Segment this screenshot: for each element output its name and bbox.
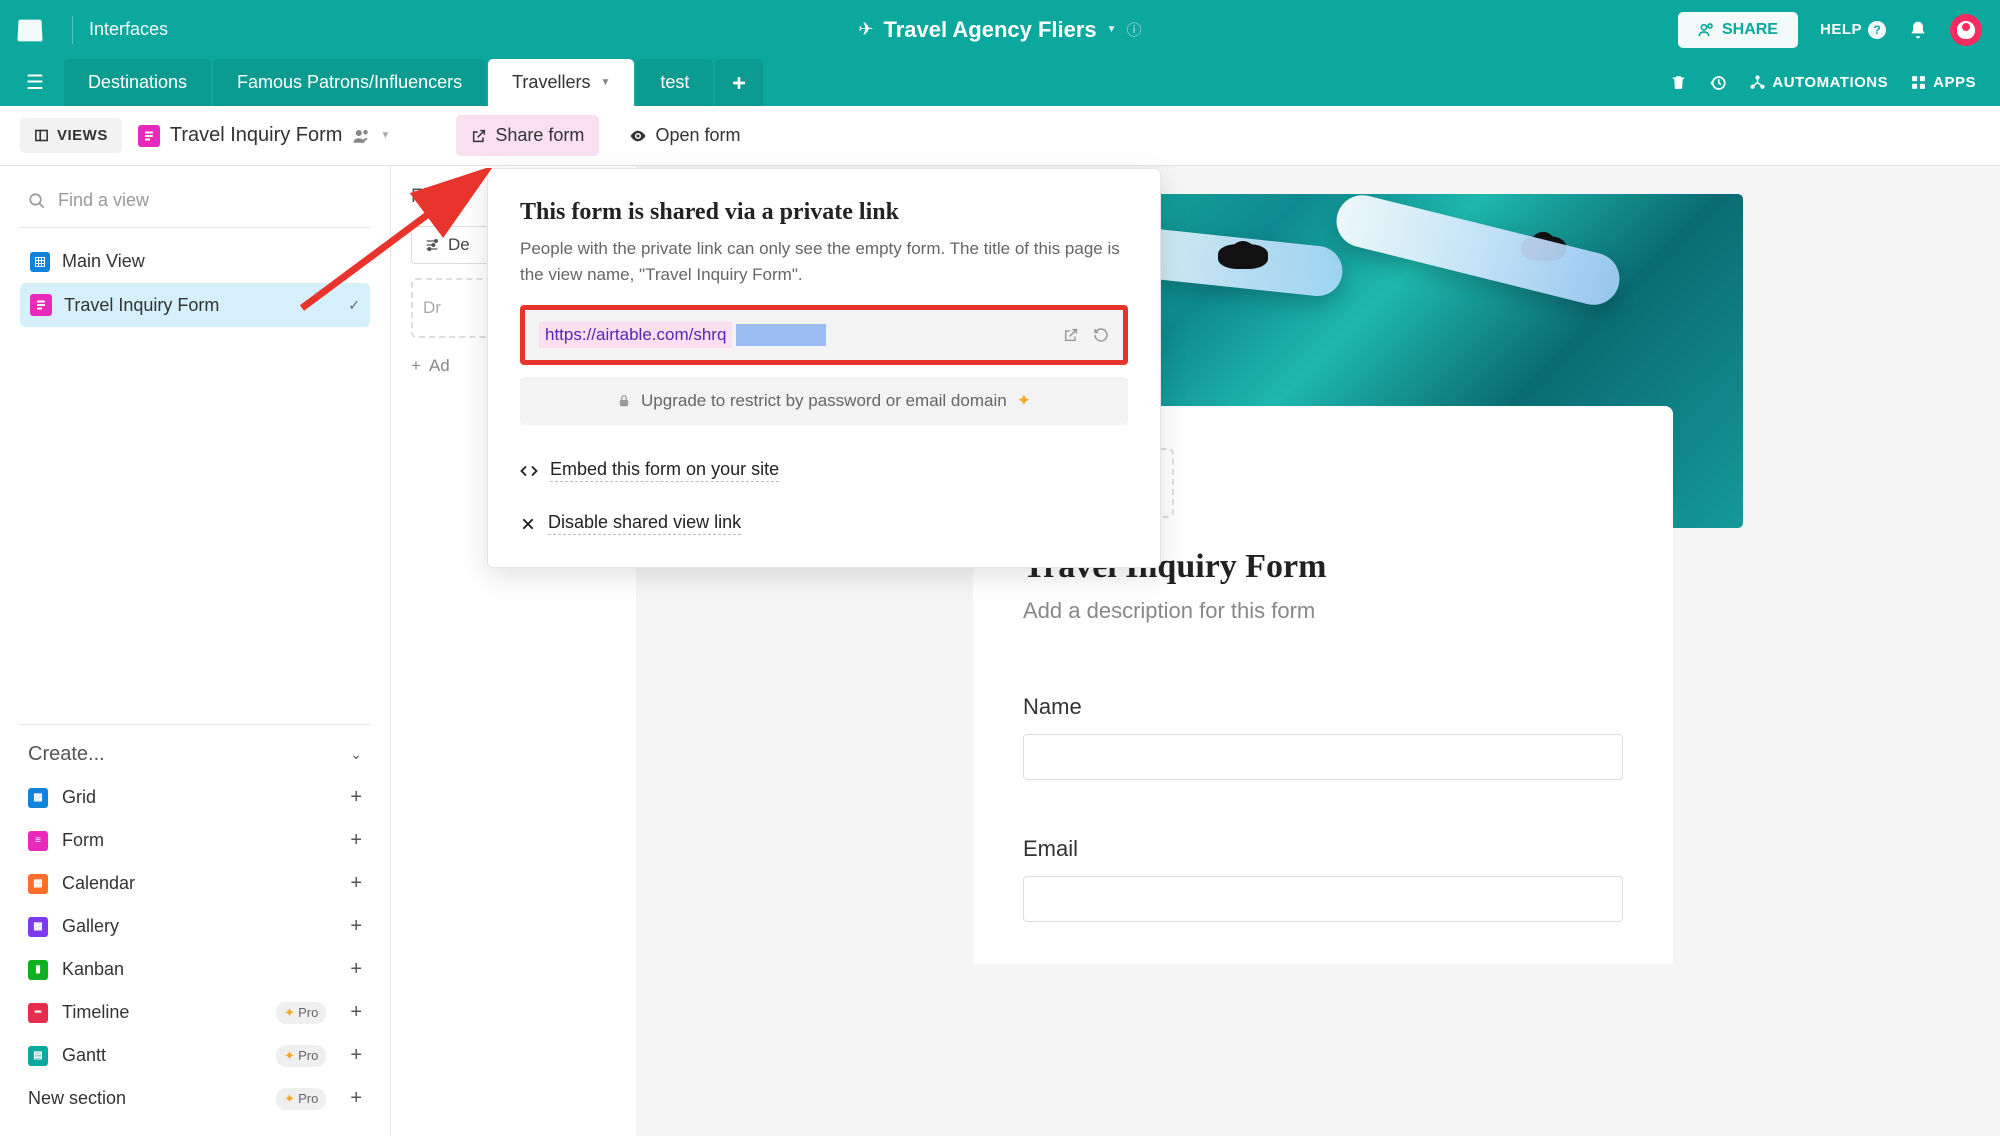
plus-icon: +	[350, 1001, 362, 1024]
lock-icon	[617, 394, 631, 408]
user-avatar[interactable]	[1950, 14, 1982, 46]
help-link[interactable]: HELP ?	[1820, 21, 1886, 39]
share-form-button[interactable]: Share form	[456, 115, 599, 156]
calendar-icon: ▦	[28, 874, 48, 894]
create-gantt[interactable]: ▤ Gantt ✦Pro +	[20, 1034, 370, 1077]
embed-form-action[interactable]: Embed this form on your site	[520, 453, 1128, 488]
plus-icon: +	[350, 1044, 362, 1067]
share-url-text[interactable]: https://airtable.com/shrq	[539, 322, 732, 348]
hamburger-icon[interactable]: ☰	[18, 59, 64, 106]
create-kanban[interactable]: ▮ Kanban +	[20, 948, 370, 991]
form-icon	[138, 125, 160, 147]
people-icon[interactable]	[352, 127, 370, 145]
form-field-email: Email	[1023, 836, 1623, 922]
view-main-view[interactable]: Main View	[20, 240, 370, 283]
create-form[interactable]: ≡ Form +	[20, 819, 370, 862]
notifications-icon[interactable]	[1908, 20, 1928, 40]
disable-link-action[interactable]: Disable shared view link	[520, 506, 1128, 541]
share-url-highlight: https://airtable.com/shrq	[520, 305, 1128, 365]
tables-tab-bar: ☰ Destinations Famous Patrons/Influencer…	[0, 59, 2000, 106]
header-right: SHARE HELP ?	[1678, 12, 1982, 48]
chevron-down-icon: ⌄	[350, 746, 362, 763]
create-new-section[interactable]: New section ✦Pro +	[20, 1077, 370, 1120]
view-toolbar: VIEWS Travel Inquiry Form ▼ Share form O…	[0, 106, 2000, 166]
search-icon	[28, 192, 46, 210]
airtable-logo-icon[interactable]	[17, 19, 42, 41]
gantt-icon: ▤	[28, 1046, 48, 1066]
url-selection	[736, 324, 826, 346]
form-field-name: Name	[1023, 694, 1623, 780]
grid-icon	[30, 252, 50, 272]
view-list: Main View Travel Inquiry Form ✓	[20, 228, 370, 339]
interfaces-link[interactable]: Interfaces	[89, 19, 168, 40]
tab-test[interactable]: test	[636, 59, 713, 106]
people-icon	[1698, 22, 1714, 38]
view-travel-inquiry-form[interactable]: Travel Inquiry Form ✓	[20, 283, 370, 327]
create-calendar[interactable]: ▦ Calendar +	[20, 862, 370, 905]
divider	[72, 16, 73, 44]
trash-icon[interactable]	[1670, 74, 1687, 91]
create-timeline[interactable]: ━ Timeline ✦Pro +	[20, 991, 370, 1034]
plus-icon: +	[350, 786, 362, 809]
chevron-down-icon: ▼	[380, 130, 390, 141]
check-icon: ✓	[348, 297, 360, 314]
gallery-icon: ▦	[28, 917, 48, 937]
info-icon[interactable]: ⓘ	[1127, 19, 1142, 40]
views-sidebar: Find a view Main View Travel Inquiry For…	[0, 166, 390, 1136]
email-input[interactable]	[1023, 876, 1623, 922]
apps-link[interactable]: APPS	[1910, 74, 1976, 91]
form-description[interactable]: Add a description for this form	[1023, 598, 1623, 624]
airplane-icon: ✈	[858, 19, 873, 40]
plus-icon: +	[350, 915, 362, 938]
tabs-right: AUTOMATIONS APPS	[1670, 59, 2000, 106]
name-input[interactable]	[1023, 734, 1623, 780]
pro-badge: ✦Pro	[276, 1002, 326, 1024]
open-form-button[interactable]: Open form	[629, 125, 740, 146]
help-icon: ?	[1868, 21, 1886, 39]
add-table-button[interactable]	[715, 59, 763, 106]
create-section-header[interactable]: Create... ⌄	[20, 733, 370, 776]
chevron-down-icon: ▼	[600, 77, 610, 88]
share-form-popover: This form is shared via a private link P…	[487, 168, 1161, 568]
close-icon	[520, 516, 536, 532]
plus-icon: +	[350, 1087, 362, 1110]
base-title-area[interactable]: ✈ Travel Agency Fliers ▼ ⓘ	[858, 17, 1141, 43]
form-icon	[30, 294, 52, 316]
kanban-icon: ▮	[28, 960, 48, 980]
share-url-box[interactable]: https://airtable.com/shrq	[525, 310, 1123, 360]
plus-icon: +	[350, 872, 362, 895]
pro-badge: ✦Pro	[276, 1088, 326, 1110]
popover-title: This form is shared via a private link	[520, 199, 1128, 226]
views-toggle-button[interactable]: VIEWS	[20, 118, 122, 153]
current-view-name[interactable]: Travel Inquiry Form ▼	[138, 124, 391, 147]
tab-destinations[interactable]: Destinations	[64, 59, 211, 106]
timeline-icon: ━	[28, 1003, 48, 1023]
code-icon	[520, 462, 538, 480]
plus-icon: +	[411, 356, 421, 376]
find-view-input[interactable]: Find a view	[20, 182, 370, 228]
grid-icon: ▦	[28, 788, 48, 808]
pro-badge: ✦Pro	[276, 1045, 326, 1067]
popover-subtitle: People with the private link can only se…	[520, 236, 1128, 287]
history-icon[interactable]	[1709, 74, 1727, 92]
plus-icon: +	[350, 958, 362, 981]
automations-link[interactable]: AUTOMATIONS	[1749, 74, 1888, 91]
create-gallery[interactable]: ▦ Gallery +	[20, 905, 370, 948]
sparkle-icon: ✦	[1017, 391, 1031, 411]
open-link-icon[interactable]	[1063, 327, 1079, 343]
regenerate-icon[interactable]	[1093, 327, 1109, 343]
tab-travellers[interactable]: Travellers ▼	[488, 59, 634, 106]
chevron-down-icon: ▼	[1107, 24, 1117, 35]
upgrade-banner[interactable]: Upgrade to restrict by password or email…	[520, 377, 1128, 425]
app-header: Interfaces ✈ Travel Agency Fliers ▼ ⓘ SH…	[0, 0, 2000, 59]
base-title: Travel Agency Fliers	[883, 17, 1096, 43]
create-grid[interactable]: ▦ Grid +	[20, 776, 370, 819]
form-icon: ≡	[28, 831, 48, 851]
share-base-button[interactable]: SHARE	[1678, 12, 1798, 48]
tab-famous-patrons[interactable]: Famous Patrons/Influencers	[213, 59, 486, 106]
plus-icon: +	[350, 829, 362, 852]
